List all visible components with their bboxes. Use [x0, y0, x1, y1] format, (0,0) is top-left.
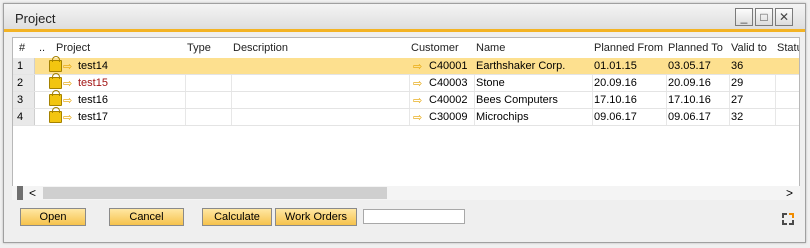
- name-cell: Stone: [476, 77, 505, 89]
- row-number: 4: [17, 111, 24, 123]
- table-row[interactable]: 3 ⇨ test16 ⇨ C40002 Bees Computers 17.10…: [13, 90, 799, 109]
- col-header-planned-to[interactable]: Planned To: [668, 42, 723, 54]
- link-arrow-icon[interactable]: ⇨: [413, 60, 422, 73]
- row-number: 3: [17, 94, 24, 106]
- name-cell: Bees Computers: [476, 94, 558, 106]
- col-header-name[interactable]: Name: [476, 42, 505, 54]
- lock-icon: [49, 56, 62, 72]
- valid-to-cell: 32: [731, 111, 744, 123]
- maximize-button[interactable]: □: [755, 8, 773, 26]
- horizontal-scrollbar[interactable]: < >: [12, 186, 800, 200]
- scrollbar-left-edge: [17, 186, 23, 200]
- lock-icon: [49, 73, 62, 89]
- planned-to-cell: 03.05.17: [668, 60, 711, 72]
- col-header-dots[interactable]: ..: [39, 42, 45, 54]
- close-button[interactable]: ✕: [775, 8, 793, 26]
- col-header-project[interactable]: Project: [56, 42, 90, 54]
- row-number: 2: [17, 77, 24, 89]
- link-arrow-icon[interactable]: ⇨: [63, 111, 72, 124]
- table-row[interactable]: 2 ⇨ test15 ⇨ C40003 Stone 20.09.16 20.09…: [13, 73, 799, 92]
- link-arrow-icon[interactable]: ⇨: [413, 94, 422, 107]
- open-button[interactable]: Open: [20, 208, 86, 226]
- lock-icon: [49, 90, 62, 106]
- row-number-cell[interactable]: 1: [13, 58, 35, 74]
- window-title: Project: [15, 11, 56, 26]
- scrollbar-thumb[interactable]: [43, 187, 387, 199]
- project-cell: test15: [78, 77, 108, 89]
- project-cell: test16: [78, 94, 108, 106]
- project-cell: test14: [78, 60, 108, 72]
- cancel-button[interactable]: Cancel: [109, 208, 184, 226]
- project-grid: # .. Project Type Description Customer N…: [12, 37, 800, 198]
- col-header-customer[interactable]: Customer: [411, 42, 459, 54]
- name-cell: Microchips: [476, 111, 529, 123]
- row-number-cell[interactable]: 3: [13, 92, 35, 108]
- search-input[interactable]: [363, 209, 465, 224]
- valid-to-cell: 29: [731, 77, 744, 89]
- customer-cell: C40003: [429, 77, 468, 89]
- row-number-cell[interactable]: 2: [13, 75, 35, 91]
- link-arrow-icon[interactable]: ⇨: [63, 94, 72, 107]
- valid-to-cell: 36: [731, 60, 744, 72]
- link-arrow-icon[interactable]: ⇨: [63, 77, 72, 90]
- work-orders-button[interactable]: Work Orders: [275, 208, 357, 226]
- title-bar[interactable]: Project _ □ ✕: [4, 4, 805, 32]
- col-header-valid-to[interactable]: Valid to: [731, 42, 767, 54]
- link-arrow-icon[interactable]: ⇨: [413, 77, 422, 90]
- col-header-type[interactable]: Type: [187, 42, 211, 54]
- planned-from-cell: 01.01.15: [594, 60, 637, 72]
- row-number: 1: [17, 60, 24, 72]
- table-row[interactable]: 1 ⇨ test14 ⇨ C40001 Earthshaker Corp. 01…: [13, 56, 799, 75]
- corner-resize-icon[interactable]: [782, 213, 796, 227]
- grid-header: # .. Project Type Description Customer N…: [13, 38, 799, 58]
- scroll-left-arrow-icon[interactable]: <: [29, 186, 36, 200]
- col-header-description[interactable]: Description: [233, 42, 288, 54]
- row-number-cell[interactable]: 4: [13, 109, 35, 125]
- minimize-button[interactable]: _: [735, 8, 753, 26]
- customer-cell: C40002: [429, 94, 468, 106]
- link-arrow-icon[interactable]: ⇨: [63, 60, 72, 73]
- col-header-status[interactable]: Statu: [777, 42, 799, 54]
- valid-to-cell: 27: [731, 94, 744, 106]
- planned-to-cell: 17.10.16: [668, 94, 711, 106]
- calculate-button[interactable]: Calculate: [202, 208, 272, 226]
- name-cell: Earthshaker Corp.: [476, 60, 566, 72]
- planned-to-cell: 09.06.17: [668, 111, 711, 123]
- customer-cell: C40001: [429, 60, 468, 72]
- planned-from-cell: 20.09.16: [594, 77, 637, 89]
- planned-from-cell: 17.10.16: [594, 94, 637, 106]
- project-window: Project _ □ ✕ # .. Project Type Descript…: [3, 3, 806, 243]
- col-header-number[interactable]: #: [19, 42, 25, 54]
- table-row[interactable]: 4 ⇨ test17 ⇨ C30009 Microchips 09.06.17 …: [13, 107, 799, 126]
- project-cell: test17: [78, 111, 108, 123]
- scroll-right-arrow-icon[interactable]: >: [786, 186, 793, 200]
- link-arrow-icon[interactable]: ⇨: [413, 111, 422, 124]
- col-header-planned-from[interactable]: Planned From: [594, 42, 663, 54]
- lock-icon: [49, 107, 62, 123]
- planned-to-cell: 20.09.16: [668, 77, 711, 89]
- customer-cell: C30009: [429, 111, 468, 123]
- planned-from-cell: 09.06.17: [594, 111, 637, 123]
